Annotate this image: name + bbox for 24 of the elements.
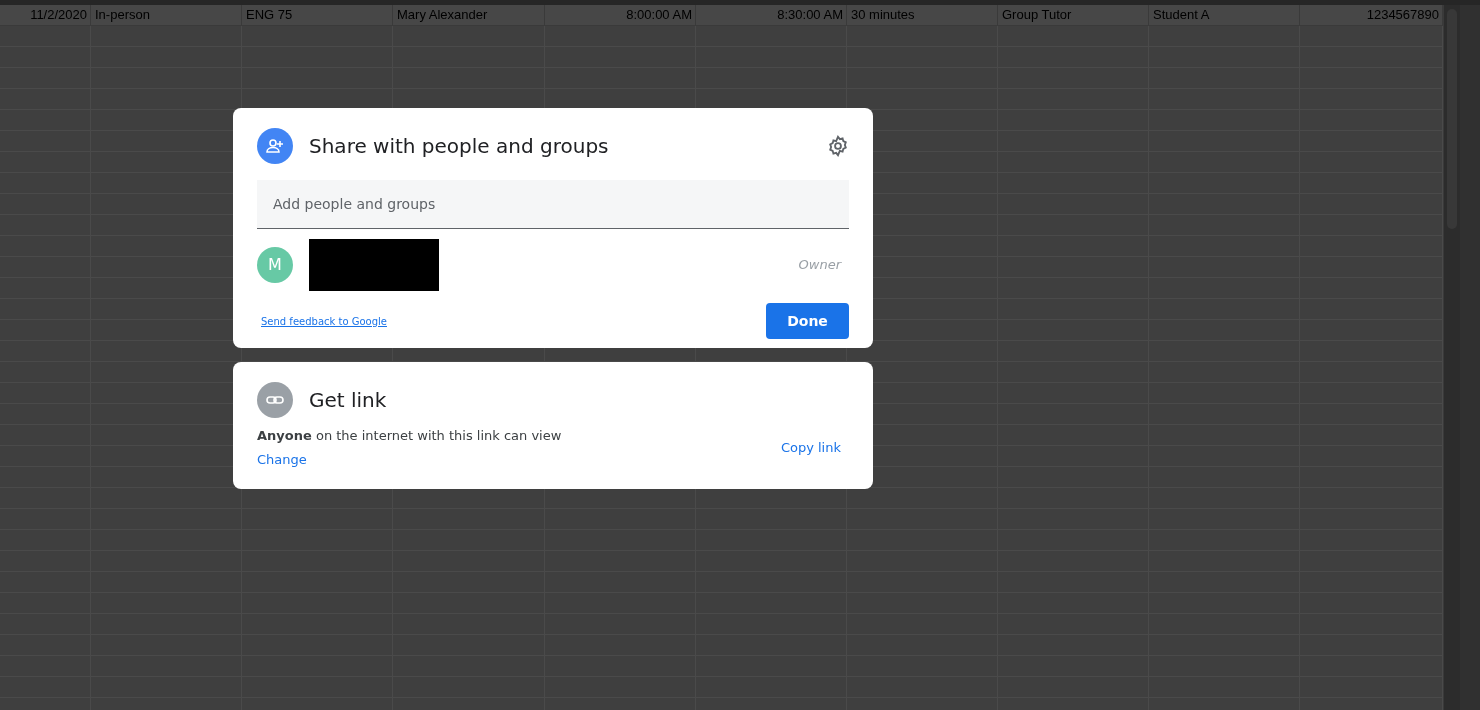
table-cell: Group Tutor [998,5,1149,26]
avatar: M [257,247,293,283]
scroll-bar[interactable] [1443,5,1460,710]
table-cell: Mary Alexander [393,5,545,26]
access-description: Anyone on the internet with this link can view [257,427,562,445]
done-button[interactable]: Done [766,303,849,339]
table-cell: In-person [91,5,242,26]
table-cell: 8:30:00 AM [696,5,847,26]
table-cell: 8:00:00 AM [545,5,696,26]
table-cell: ENG 75 [242,5,393,26]
add-people-field[interactable]: Add people and groups [257,180,849,229]
settings-icon[interactable] [827,135,849,157]
table-cell: 11/2/2020 [0,5,91,26]
add-person-icon [257,128,293,164]
link-icon [257,382,293,418]
role-label: Owner [798,256,841,275]
feedback-link[interactable]: Send feedback to Google [257,313,387,329]
change-link[interactable]: Change [257,449,307,469]
table-cell: 30 minutes [847,5,998,26]
table-cell: 1234567890 [1300,5,1443,26]
panel-title: Get link [309,387,387,414]
dialog-title: Share with people and groups [309,133,610,160]
table-cell: Student A [1149,5,1300,26]
copy-link-button[interactable]: Copy link [780,437,841,458]
